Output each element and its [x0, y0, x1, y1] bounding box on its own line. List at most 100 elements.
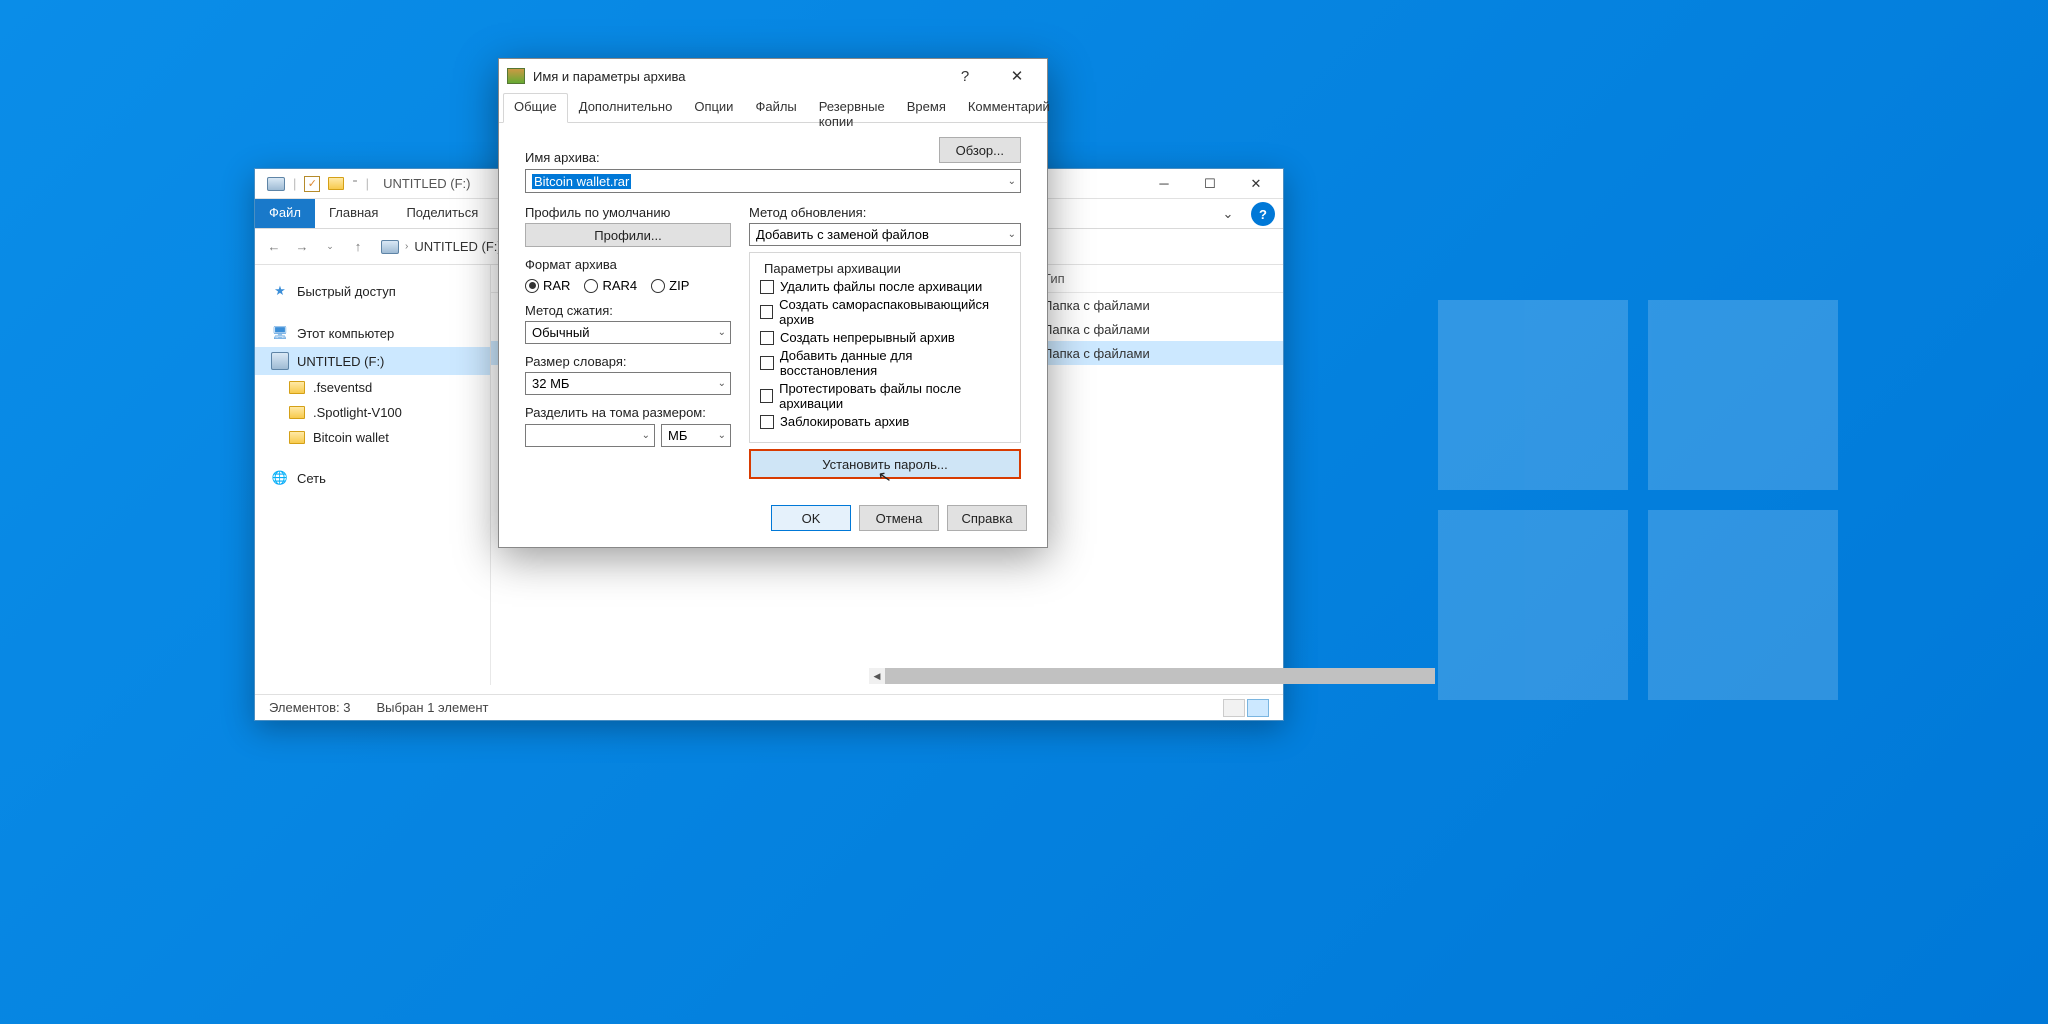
- back-button[interactable]: ←: [263, 236, 285, 258]
- chevron-down-icon: ⌄: [718, 378, 726, 389]
- cancel-button[interactable]: Отмена: [859, 505, 939, 531]
- radio-zip[interactable]: ZIP: [651, 278, 689, 293]
- pc-icon: 🖥: [271, 324, 289, 342]
- maximize-button[interactable]: ☐: [1187, 169, 1233, 199]
- horizontal-scrollbar[interactable]: ◀ ▶: [869, 668, 1269, 684]
- dialog-close-button[interactable]: ✕: [995, 61, 1039, 91]
- qat-checkbox-icon[interactable]: ✓: [304, 176, 320, 192]
- ribbon-expand-icon[interactable]: ⌄: [1213, 199, 1243, 228]
- qat-sep: |: [293, 176, 296, 191]
- archive-options-group: Параметры архивации Удалить файлы после …: [749, 252, 1021, 443]
- checkbox-icon: [760, 389, 773, 403]
- radio-icon: [525, 279, 539, 293]
- sidebar-network[interactable]: 🌐 Сеть: [255, 464, 490, 492]
- sidebar-this-pc[interactable]: 🖥 Этот компьютер: [255, 319, 490, 347]
- opt-delete-after[interactable]: Удалить файлы после архивации: [760, 279, 1010, 294]
- browse-button[interactable]: Обзор...: [939, 137, 1021, 163]
- update-mode-select[interactable]: Добавить с заменой файлов⌄: [749, 223, 1021, 246]
- forward-button[interactable]: →: [291, 236, 313, 258]
- dict-select[interactable]: 32 МБ⌄: [525, 372, 731, 395]
- status-selected: Выбран 1 элемент: [376, 700, 488, 715]
- crumb-drive-icon: [381, 240, 399, 254]
- folder-icon: [289, 406, 305, 419]
- help-icon[interactable]: ?: [1251, 202, 1275, 226]
- tab-share[interactable]: Поделиться: [392, 199, 492, 228]
- qat-divider: |: [366, 176, 369, 191]
- sidebar-drive[interactable]: UNTITLED (F:): [255, 347, 490, 375]
- split-size-input[interactable]: ⌄: [525, 424, 655, 447]
- sidebar-quick-access[interactable]: ★ Быстрый доступ: [255, 277, 490, 305]
- chevron-down-icon: ⌄: [718, 327, 726, 338]
- folder-icon: [289, 431, 305, 444]
- radio-icon: [584, 279, 598, 293]
- drive-icon: [271, 352, 289, 370]
- status-bar: Элементов: 3 Выбран 1 элемент: [255, 694, 1283, 720]
- view-icons-button[interactable]: [1247, 699, 1269, 717]
- default-profile-label: Профиль по умолчанию: [525, 205, 731, 220]
- dict-label: Размер словаря:: [525, 354, 731, 369]
- sidebar-folder-fseventsd[interactable]: .fseventsd: [255, 375, 490, 400]
- breadcrumb-text: UNTITLED (F:): [414, 239, 501, 254]
- profiles-button[interactable]: Профили...: [525, 223, 731, 247]
- chevron-down-icon: ⌄: [1008, 229, 1016, 240]
- sidebar: ★ Быстрый доступ 🖥 Этот компьютер UNTITL…: [255, 265, 491, 685]
- opt-test[interactable]: Протестировать файлы после архивации: [760, 381, 1010, 411]
- radio-rar[interactable]: RAR: [525, 278, 570, 293]
- set-password-button[interactable]: Установить пароль... ↖: [749, 449, 1021, 479]
- dialog-title: Имя и параметры архива: [533, 69, 935, 84]
- tab-time[interactable]: Время: [896, 93, 957, 123]
- up-button[interactable]: ↑: [347, 236, 369, 258]
- checkbox-icon: [760, 280, 774, 294]
- split-unit-select[interactable]: МБ⌄: [661, 424, 731, 447]
- tab-file[interactable]: Файл: [255, 199, 315, 228]
- breadcrumb[interactable]: › UNTITLED (F:): [375, 237, 508, 256]
- sidebar-folder-bitcoin[interactable]: Bitcoin wallet: [255, 425, 490, 450]
- scroll-left-icon[interactable]: ◀: [869, 668, 885, 684]
- minimize-button[interactable]: ─: [1141, 169, 1187, 199]
- tab-general[interactable]: Общие: [503, 93, 568, 123]
- ok-button[interactable]: OK: [771, 505, 851, 531]
- network-icon: 🌐: [271, 469, 289, 487]
- archive-name-label: Имя архива:: [525, 150, 600, 165]
- chevron-down-icon[interactable]: ⌄: [1008, 176, 1016, 187]
- split-label: Разделить на тома размером:: [525, 405, 731, 420]
- tab-options[interactable]: Опции: [683, 93, 744, 123]
- window-title: UNTITLED (F:): [383, 176, 470, 191]
- tab-comment[interactable]: Комментарий: [957, 93, 1061, 123]
- radio-icon: [651, 279, 665, 293]
- windows-logo: [1438, 300, 1858, 720]
- opt-sfx[interactable]: Создать самораспаковывающийся архив: [760, 297, 1010, 327]
- drive-icon: [267, 177, 285, 191]
- scrollbar-thumb[interactable]: [885, 668, 1435, 684]
- help-button[interactable]: Справка: [947, 505, 1027, 531]
- tab-home[interactable]: Главная: [315, 199, 392, 228]
- tab-advanced[interactable]: Дополнительно: [568, 93, 684, 123]
- checkbox-icon: [760, 356, 774, 370]
- close-button[interactable]: ✕: [1233, 169, 1279, 199]
- star-icon: ★: [271, 282, 289, 300]
- checkbox-icon: [760, 415, 774, 429]
- folder-icon[interactable]: [328, 177, 344, 190]
- view-details-button[interactable]: [1223, 699, 1245, 717]
- update-mode-label: Метод обновления:: [749, 205, 1021, 220]
- opt-solid[interactable]: Создать непрерывный архив: [760, 330, 1010, 345]
- options-legend: Параметры архивации: [760, 261, 905, 276]
- compression-label: Метод сжатия:: [525, 303, 731, 318]
- archive-name-input[interactable]: Bitcoin wallet.rar ⌄: [525, 169, 1021, 193]
- history-dropdown-icon[interactable]: ⌄: [319, 236, 341, 258]
- opt-lock[interactable]: Заблокировать архив: [760, 414, 1010, 429]
- radio-rar4[interactable]: RAR4: [584, 278, 637, 293]
- checkbox-icon: [760, 331, 774, 345]
- archive-name-value: Bitcoin wallet.rar: [532, 174, 631, 189]
- sidebar-folder-spotlight[interactable]: .Spotlight-V100: [255, 400, 490, 425]
- compression-select[interactable]: Обычный⌄: [525, 321, 731, 344]
- col-type[interactable]: Тип: [1031, 271, 1211, 286]
- checkbox-icon: [760, 305, 773, 319]
- chevron-down-icon: ⌄: [718, 430, 726, 441]
- tab-files[interactable]: Файлы: [744, 93, 807, 123]
- tab-backup[interactable]: Резервные копии: [808, 93, 896, 123]
- opt-recovery[interactable]: Добавить данные для восстановления: [760, 348, 1010, 378]
- dialog-help-button[interactable]: ?: [943, 61, 987, 91]
- status-count: Элементов: 3: [269, 700, 350, 715]
- qat-dropdown-icon[interactable]: ⁼: [352, 178, 357, 189]
